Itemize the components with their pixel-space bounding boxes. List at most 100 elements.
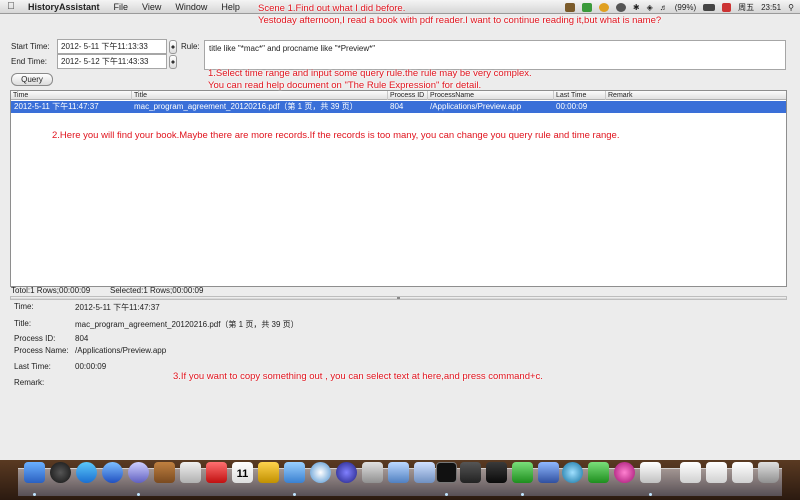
running-indicator <box>649 493 652 496</box>
running-indicator <box>293 493 296 496</box>
annotation-scene-title: Scene 1.Find out what I did before. <box>258 3 406 14</box>
ical-icon[interactable] <box>206 462 227 483</box>
menu-file[interactable]: File <box>114 2 129 12</box>
launchpad-icon[interactable] <box>336 462 357 483</box>
end-time-field[interactable]: 2012- 5-12 下午11:43:33 <box>57 54 167 69</box>
network-icon[interactable] <box>538 462 559 483</box>
column-process-name[interactable]: ProcessName <box>427 91 553 100</box>
bluetooth-icon[interactable]: ✱ <box>633 3 640 12</box>
document-icon[interactable] <box>706 462 727 483</box>
mail-icon[interactable] <box>284 462 305 483</box>
selected-summary: Selected:1 Rows;00:00:09 <box>110 286 204 295</box>
end-time-stepper[interactable] <box>169 55 177 69</box>
table-row[interactable]: 2012-5-11 下午11:47:37 mac_program_agreeme… <box>11 101 786 113</box>
annotation-step-1-help: You can read help document on "The Rule … <box>208 80 482 91</box>
cell-last-time: 00:00:09 <box>556 102 588 111</box>
cell-process-id: 804 <box>390 102 404 111</box>
address-book-icon[interactable] <box>154 462 175 483</box>
app-menu[interactable]: HistoryAssistant <box>28 2 100 12</box>
end-time-label: End Time: <box>11 57 48 66</box>
running-indicator <box>33 493 36 496</box>
cell-remark <box>605 101 786 113</box>
annotation-step-3: 3.If you want to copy something out , yo… <box>173 371 543 382</box>
history-assistant-alt-icon[interactable] <box>588 462 609 483</box>
downloads-icon[interactable] <box>732 462 753 483</box>
finder-icon[interactable] <box>24 462 45 483</box>
running-indicator <box>445 493 448 496</box>
detail-last-time-value[interactable]: 00:00:09 <box>75 362 106 371</box>
menu-help[interactable]: Help <box>221 2 240 12</box>
rule-label: Rule: <box>181 42 200 51</box>
annotation-step-1: 1.Select time range and input some query… <box>208 68 532 79</box>
detail-remark-label: Remark: <box>14 378 45 387</box>
safari-icon[interactable] <box>310 462 331 483</box>
total-summary: Totol:1 Rows;00:00:09 <box>11 286 91 295</box>
table-header: Time Title Process ID ProcessName Last T… <box>11 91 786 100</box>
detail-last-time-label: Last Time: <box>14 362 51 371</box>
query-button[interactable]: Query <box>11 73 53 86</box>
wifi-icon[interactable]: ◈ <box>647 3 653 12</box>
cell-process-name: /Applications/Preview.app <box>430 102 522 111</box>
status-area: ✱ ◈ ♬ (99%) 周五 23:51 ⚲ <box>564 0 794 14</box>
apple-menu-icon[interactable]:  <box>0 1 22 12</box>
menu-clock[interactable]: 23:51 <box>761 3 781 12</box>
detail-time-value[interactable]: 2012-5-11 下午11:47:37 <box>75 302 160 313</box>
calendar-icon[interactable]: 11 <box>232 462 253 483</box>
dashboard-icon[interactable] <box>50 462 71 483</box>
column-remark[interactable]: Remark <box>605 91 786 100</box>
app-store-download-icon[interactable] <box>102 462 123 483</box>
history-assistant-status-icon[interactable] <box>581 2 592 12</box>
activity-monitor-icon[interactable] <box>486 462 507 483</box>
itunes-icon[interactable] <box>128 462 149 483</box>
app-store-icon[interactable] <box>76 462 97 483</box>
menu-window[interactable]: Window <box>175 2 207 12</box>
cell-time: 2012-5-11 下午11:47:37 <box>14 102 99 111</box>
column-time[interactable]: Time <box>11 91 131 100</box>
preview-icon[interactable] <box>640 462 661 483</box>
annotation-scene-description: Yestoday afternoon,I read a book with pd… <box>258 15 662 26</box>
qingting-icon[interactable] <box>258 462 279 483</box>
volume-icon[interactable]: ♬ <box>660 3 668 12</box>
terminal-icon[interactable] <box>436 462 457 483</box>
start-time-field[interactable]: 2012- 5-11 下午11:13:33 <box>57 39 167 54</box>
split-divider[interactable] <box>10 296 787 300</box>
status-app-icon[interactable] <box>564 2 575 12</box>
column-process-id[interactable]: Process ID <box>387 91 427 100</box>
network-utility-icon[interactable] <box>562 462 583 483</box>
chrome-icon[interactable] <box>598 2 609 12</box>
trash-icon[interactable] <box>758 462 779 483</box>
time-machine-icon[interactable] <box>615 2 626 12</box>
detail-title-label: Title: <box>14 319 32 328</box>
start-time-stepper[interactable] <box>169 40 177 54</box>
battery-icon[interactable] <box>703 3 716 11</box>
detail-title-value[interactable]: mac_program_agreement_20120216.pdf（第 1 页… <box>75 319 299 330</box>
history-assistant-icon[interactable] <box>512 462 533 483</box>
migration-icon[interactable] <box>362 462 383 483</box>
battery-text[interactable]: (99%) <box>675 3 696 12</box>
menu-day[interactable]: 周五 <box>738 2 754 13</box>
column-title[interactable]: Title <box>131 91 387 100</box>
annotation-step-2: 2.Here you will find your book.Maybe the… <box>52 130 620 141</box>
column-last-time[interactable]: Last Time <box>553 91 605 100</box>
running-indicator <box>521 493 524 496</box>
start-time-label: Start Time: <box>11 42 50 51</box>
detail-process-id-label: Process ID: <box>14 334 56 343</box>
photo-icon[interactable] <box>614 462 635 483</box>
console-icon[interactable] <box>460 462 481 483</box>
detail-process-id-value[interactable]: 804 <box>75 334 88 343</box>
xcode-icon[interactable] <box>388 462 409 483</box>
running-indicator <box>137 493 140 496</box>
detail-process-name-label: Process Name: <box>14 346 69 355</box>
rule-input[interactable]: title like "*mac*" and procname like "*P… <box>204 40 786 70</box>
divider-grip-icon[interactable] <box>397 297 400 299</box>
instruments-icon[interactable] <box>414 462 435 483</box>
dictionary-icon[interactable] <box>180 462 201 483</box>
document-icon[interactable] <box>680 462 701 483</box>
flag-icon[interactable] <box>722 2 732 12</box>
menu-view[interactable]: View <box>142 2 161 12</box>
detail-process-name-value[interactable]: /Applications/Preview.app <box>75 346 166 355</box>
spotlight-icon[interactable]: ⚲ <box>788 3 794 12</box>
cell-title: mac_program_agreement_20120216.pdf（第 1 页… <box>134 102 358 111</box>
results-table[interactable]: Time Title Process ID ProcessName Last T… <box>10 90 787 287</box>
detail-time-label: Time: <box>14 302 34 311</box>
